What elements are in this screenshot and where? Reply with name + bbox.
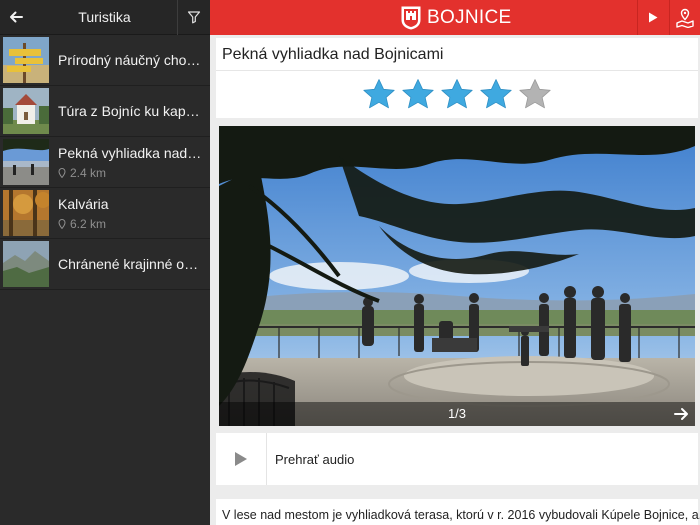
- star-filled-icon[interactable]: [362, 78, 396, 110]
- back-arrow-icon: [10, 11, 23, 23]
- item-distance: 2.4 km: [58, 166, 202, 180]
- item-title: Chránené krajinné obla…: [58, 256, 202, 272]
- list-item[interactable]: Kalvária 6.2 km: [0, 188, 210, 239]
- poi-header-card: Pekná vyhliadka nad Bojnicami: [216, 38, 698, 118]
- location-pin-icon: [58, 167, 66, 178]
- sidebar-title: Turistika: [78, 9, 131, 25]
- map-button[interactable]: [670, 0, 700, 35]
- thumbnail-chapel: [3, 88, 49, 134]
- back-button[interactable]: [0, 0, 32, 35]
- item-distance: 6.2 km: [58, 217, 202, 231]
- rating-stars[interactable]: [362, 78, 552, 110]
- star-filled-icon[interactable]: [479, 78, 513, 110]
- list-item[interactable]: Túra z Bojníc ku kapln…: [0, 86, 210, 137]
- audio-label: Prehrať audio: [275, 452, 355, 467]
- viewpoint-photo: [219, 126, 695, 426]
- location-pin-icon: [58, 218, 66, 229]
- thumbnail-landscape: [3, 241, 49, 287]
- audio-card[interactable]: Prehrať audio: [216, 433, 698, 485]
- brand-title: BOJNICE: [427, 6, 512, 28]
- item-text: Prírodný náučný chod…: [54, 52, 210, 68]
- top-bar: BOJNICE: [210, 0, 700, 35]
- distance-label: 6.2 km: [70, 216, 107, 231]
- audio-play-icon: [235, 452, 247, 466]
- description-card: V lese nad mestom je vyhliadková terasa,…: [216, 499, 700, 525]
- sidebar: Turistika Prírodný náučný chod… Túra z B…: [0, 0, 210, 525]
- poi-list: Prírodný náučný chod… Túra z Bojníc ku k…: [0, 35, 210, 290]
- title-divider: [216, 70, 698, 71]
- item-title: Kalvária: [58, 195, 109, 212]
- gallery-bar: 1/3: [219, 402, 695, 426]
- item-text: Chránené krajinné obla…: [54, 256, 210, 272]
- play-button[interactable]: [638, 0, 668, 35]
- list-item[interactable]: Prírodný náučný chod…: [0, 35, 210, 86]
- item-text: Túra z Bojníc ku kapln…: [54, 103, 210, 119]
- photo-gallery[interactable]: 1/3: [219, 126, 695, 426]
- item-title: Pekná vyhliadka nad B…: [58, 144, 202, 161]
- description-text: V lese nad mestom je vyhliadková terasa,…: [222, 508, 700, 522]
- sidebar-header: Turistika: [0, 0, 210, 35]
- star-empty-icon[interactable]: [518, 78, 552, 110]
- filter-icon: [187, 11, 201, 24]
- distance-label: 2.4 km: [70, 165, 107, 180]
- castle-logo-icon: [401, 6, 421, 30]
- star-filled-icon[interactable]: [440, 78, 474, 110]
- poi-title: Pekná vyhliadka nad Bojnicami: [222, 46, 444, 63]
- map-icon: [676, 8, 694, 28]
- star-filled-icon[interactable]: [401, 78, 435, 110]
- list-item[interactable]: Pekná vyhliadka nad B… 2.4 km: [0, 137, 210, 188]
- audio-play-button[interactable]: [216, 433, 267, 485]
- filter-button[interactable]: [178, 0, 210, 35]
- gallery-counter: 1/3: [447, 406, 467, 421]
- play-icon: [649, 12, 658, 23]
- thumbnail-signpost: [3, 37, 49, 83]
- item-title: Túra z Bojníc ku kapln…: [58, 103, 202, 119]
- thumbnail-viewpoint: [3, 139, 49, 185]
- next-arrow-icon[interactable]: [671, 404, 691, 424]
- brand: BOJNICE: [400, 4, 511, 31]
- item-text: Kalvária 6.2 km: [54, 196, 210, 231]
- thumbnail-kalvaria: [3, 190, 49, 236]
- list-item[interactable]: Chránené krajinné obla…: [0, 239, 210, 290]
- item-text: Pekná vyhliadka nad B… 2.4 km: [54, 145, 210, 180]
- item-title: Prírodný náučný chod…: [58, 52, 202, 68]
